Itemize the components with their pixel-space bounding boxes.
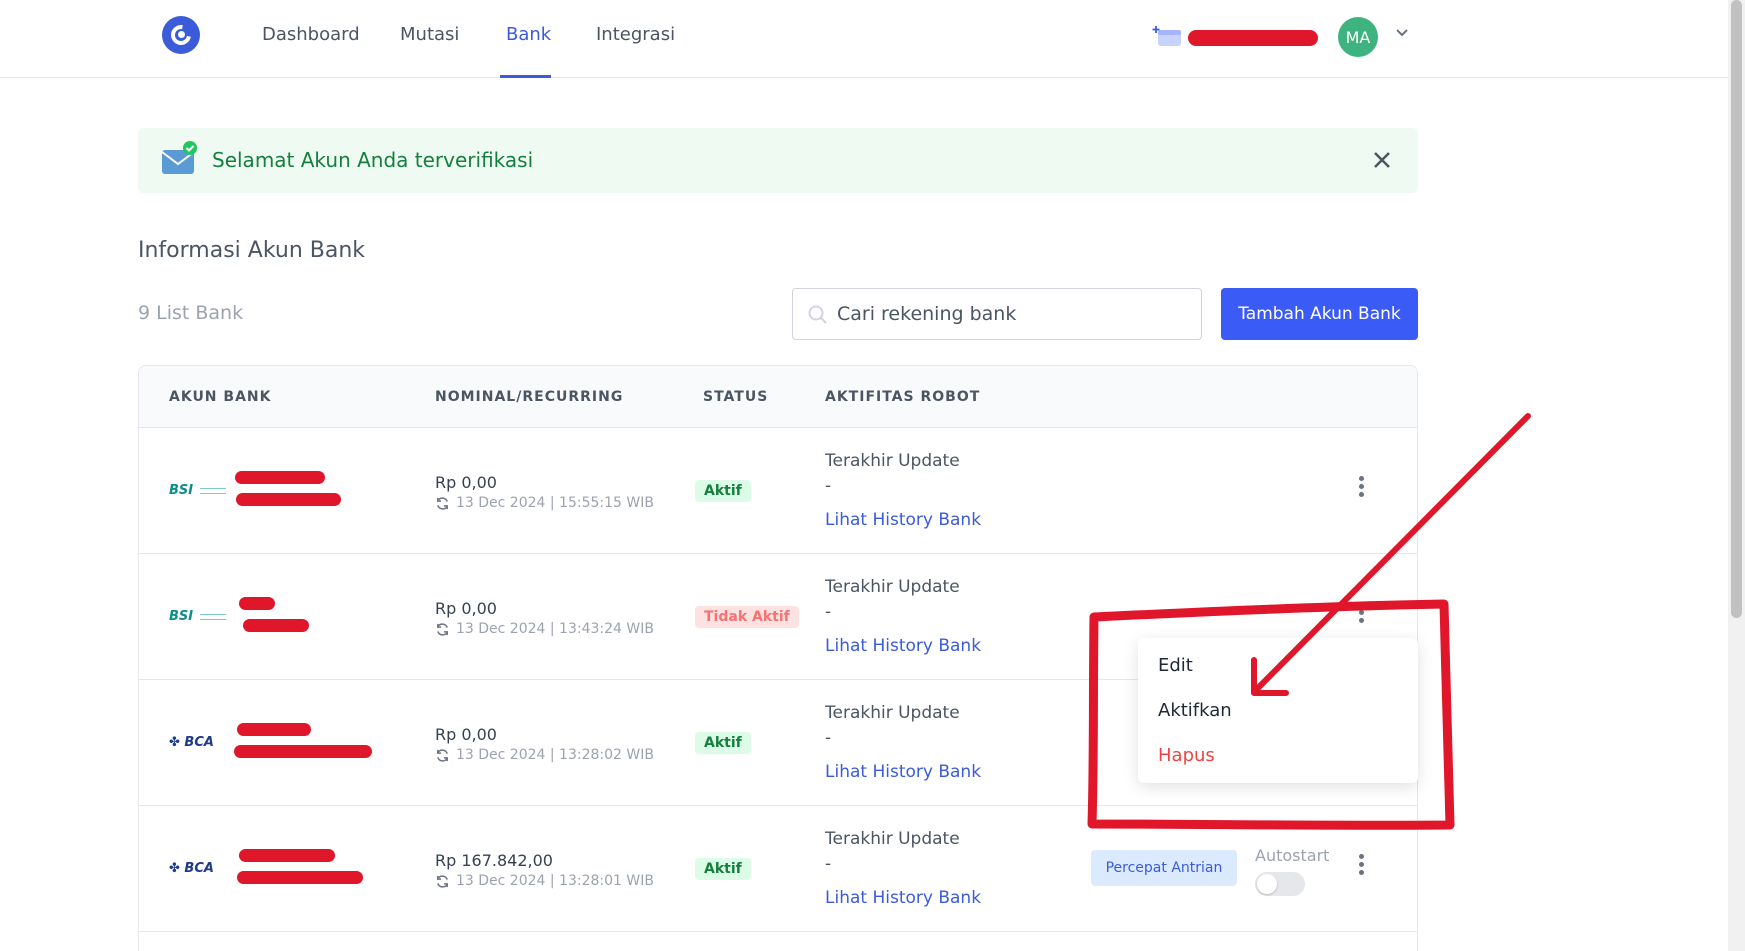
sync-timestamp: 13 Dec 2024 | 13:28:01 WIB — [456, 873, 654, 889]
column-header-status: STATUS — [703, 389, 769, 405]
redacted-account-name — [1188, 30, 1318, 46]
search-box — [792, 288, 1202, 340]
scrollbar-thumb[interactable] — [1731, 0, 1742, 618]
column-header-nominal: NOMINAL/RECURRING — [435, 389, 624, 405]
bsi-logo-tagline — [200, 614, 226, 620]
redacted-account-number — [243, 619, 309, 632]
nominal-value: Rp 167.842,00 — [435, 851, 553, 870]
search-icon — [808, 305, 827, 324]
redacted-account-number — [237, 871, 363, 884]
row-actions-menu: Edit Aktifkan Hapus — [1138, 638, 1418, 783]
last-update-value: - — [825, 854, 832, 874]
history-bank-link[interactable]: Lihat History Bank — [825, 762, 981, 782]
refresh-icon — [437, 748, 448, 762]
refresh-icon — [437, 496, 448, 510]
sync-timestamp: 13 Dec 2024 | 15:55:15 WIB — [456, 495, 654, 511]
last-sync: 13 Dec 2024 | 13:28:02 WIB — [435, 747, 654, 763]
menu-item-edit[interactable]: Edit — [1158, 655, 1193, 676]
last-update-value: - — [825, 476, 832, 496]
page-title: Informasi Akun Bank — [138, 238, 366, 263]
nominal-value: Rp 0,00 — [435, 725, 497, 744]
bank-count-label: 9 List Bank — [138, 302, 244, 324]
last-sync: 13 Dec 2024 | 13:28:01 WIB — [435, 873, 654, 889]
last-update-value: - — [825, 728, 832, 748]
last-update-value: - — [825, 602, 832, 622]
more-options-icon[interactable] — [1357, 600, 1365, 626]
sync-timestamp: 13 Dec 2024 | 13:43:24 WIB — [456, 621, 654, 637]
top-navbar: Dashboard Mutasi Bank Integrasi MA — [0, 0, 1728, 78]
redacted-account-number — [236, 493, 341, 506]
add-wallet-icon[interactable] — [1152, 25, 1182, 47]
column-header-akun-bank: AKUN BANK — [169, 389, 272, 405]
menu-item-hapus[interactable]: Hapus — [1158, 745, 1215, 766]
search-input[interactable] — [837, 289, 1187, 339]
redacted-account-number — [234, 745, 372, 758]
app-logo-icon[interactable] — [162, 16, 200, 54]
history-bank-link[interactable]: Lihat History Bank — [825, 888, 981, 908]
bank-logo: BSI — [169, 609, 194, 624]
history-bank-link[interactable]: Lihat History Bank — [825, 510, 981, 530]
redacted-account-name — [239, 597, 275, 610]
sync-timestamp: 13 Dec 2024 | 13:28:02 WIB — [456, 747, 654, 763]
user-avatar[interactable]: MA — [1338, 17, 1378, 57]
nav-dashboard[interactable]: Dashboard — [262, 24, 360, 45]
menu-item-aktifkan[interactable]: Aktifkan — [1158, 700, 1232, 721]
verification-alert: Selamat Akun Anda terverifikasi — [138, 128, 1418, 193]
table-row: ✤ BCA Rp 167.842,00 13 Dec 2024 | 13:28:… — [139, 806, 1417, 932]
bank-logo: ✤ BCA — [169, 735, 214, 750]
last-sync: 13 Dec 2024 | 13:43:24 WIB — [435, 621, 654, 637]
more-options-icon[interactable] — [1357, 852, 1365, 878]
last-update-label: Terakhir Update — [825, 451, 960, 471]
alert-message: Selamat Akun Anda terverifikasi — [212, 148, 534, 172]
redacted-account-name — [237, 723, 311, 736]
status-badge: Aktif — [695, 732, 751, 754]
status-badge: Aktif — [695, 480, 751, 502]
autostart-label: Autostart — [1255, 846, 1330, 865]
nav-bank[interactable]: Bank — [506, 24, 551, 45]
last-sync: 13 Dec 2024 | 15:55:15 WIB — [435, 495, 654, 511]
autostart-toggle[interactable] — [1255, 872, 1305, 896]
chevron-down-icon[interactable] — [1394, 24, 1410, 40]
bank-logo: BSI — [169, 483, 194, 498]
mail-check-icon — [161, 141, 197, 174]
redacted-account-name — [239, 849, 335, 862]
nominal-value: Rp 0,00 — [435, 473, 497, 492]
history-bank-link[interactable]: Lihat History Bank — [825, 636, 981, 656]
nominal-value: Rp 0,00 — [435, 599, 497, 618]
last-update-label: Terakhir Update — [825, 703, 960, 723]
bsi-logo-tagline — [200, 488, 226, 494]
refresh-icon — [437, 622, 448, 636]
last-update-label: Terakhir Update — [825, 829, 960, 849]
status-badge: Tidak Aktif — [695, 606, 799, 628]
status-badge: Aktif — [695, 858, 751, 880]
nav-mutasi[interactable]: Mutasi — [400, 24, 459, 45]
refresh-icon — [437, 874, 448, 888]
add-bank-account-button[interactable]: Tambah Akun Bank — [1221, 288, 1418, 340]
speed-up-queue-button[interactable]: Percepat Antrian — [1091, 850, 1237, 886]
close-icon[interactable] — [1370, 148, 1394, 172]
table-header: AKUN BANK NOMINAL/RECURRING STATUS AKTIF… — [139, 366, 1417, 428]
bank-logo: ✤ BCA — [169, 861, 214, 876]
column-header-aktifitas-robot: AKTIFITAS ROBOT — [825, 389, 981, 405]
nav-integrasi[interactable]: Integrasi — [596, 24, 675, 45]
redacted-account-name — [235, 471, 325, 484]
active-tab-indicator — [500, 75, 551, 78]
last-update-label: Terakhir Update — [825, 577, 960, 597]
table-row: BSI Rp 0,00 13 Dec 2024 | 15:55:15 WIB A… — [139, 428, 1417, 554]
more-options-icon[interactable] — [1357, 474, 1365, 500]
